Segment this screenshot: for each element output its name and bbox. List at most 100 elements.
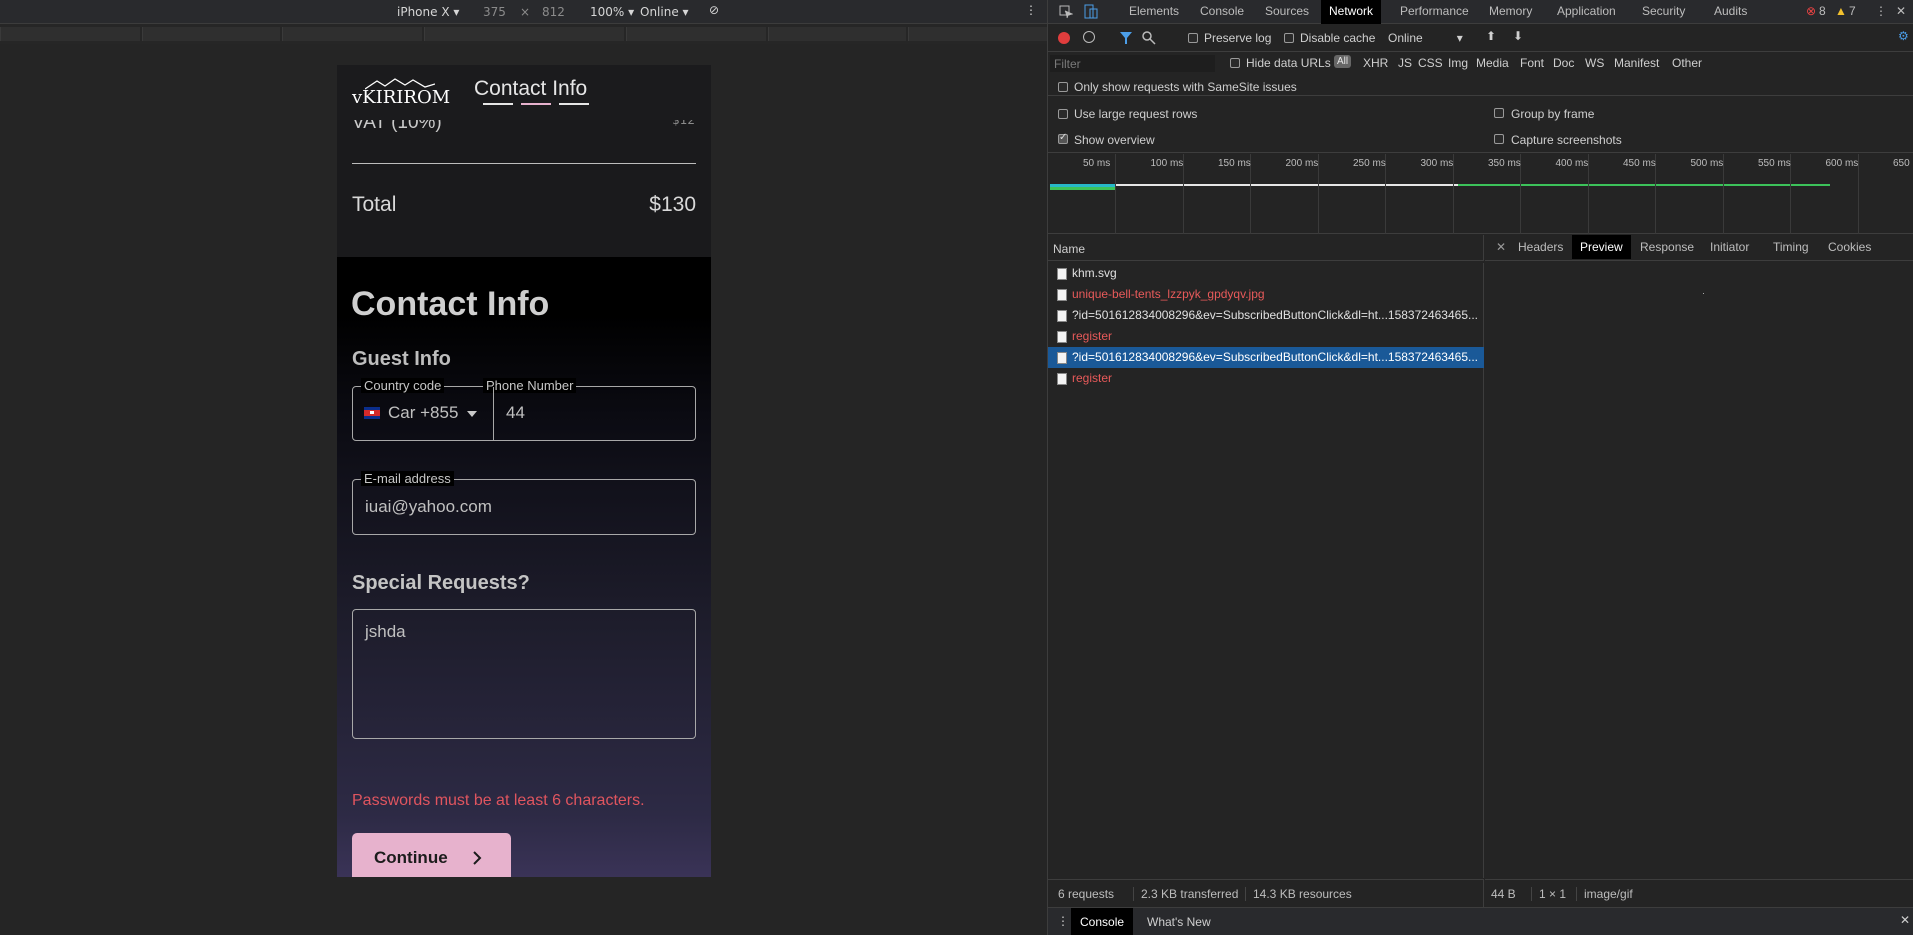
network-summary-bar: 6 requests 2.3 KB transferred 14.3 KB re… bbox=[1048, 879, 1484, 907]
show-overview-checkbox[interactable] bbox=[1058, 132, 1068, 144]
ruler-segment[interactable] bbox=[282, 27, 422, 41]
ruler-segment[interactable] bbox=[626, 27, 766, 41]
chevron-down-icon: ▾ bbox=[1456, 31, 1463, 45]
export-har-icon[interactable]: ⬇ bbox=[1513, 29, 1523, 43]
filter-type-ws[interactable]: WS bbox=[1585, 56, 1604, 70]
detail-tab-headers[interactable]: Headers bbox=[1518, 240, 1563, 254]
close-devtools-icon[interactable]: ✕ bbox=[1896, 4, 1906, 18]
summary-divider bbox=[352, 163, 696, 164]
detail-tab-preview[interactable]: Preview bbox=[1572, 235, 1631, 259]
throttling-select[interactable]: Online ▾ bbox=[1388, 31, 1463, 45]
device-height[interactable]: 812 bbox=[542, 5, 565, 19]
request-row[interactable]: ?id=501612834008296&ev=SubscribedButtonC… bbox=[1048, 347, 1484, 368]
email-field[interactable]: E-mail address iuai@yahoo.com bbox=[352, 471, 696, 535]
inspect-element-icon[interactable] bbox=[1059, 5, 1073, 19]
device-select[interactable]: iPhone X ▾ bbox=[397, 5, 459, 19]
drawer-tab-whats-new[interactable]: What's New bbox=[1147, 915, 1211, 929]
filter-type-js[interactable]: JS bbox=[1398, 56, 1412, 70]
samesite-checkbox[interactable] bbox=[1058, 82, 1068, 92]
warning-count-icon[interactable]: ▲ bbox=[1835, 4, 1847, 18]
close-drawer-icon[interactable]: ✕ bbox=[1900, 913, 1910, 927]
device-toolbar-toggle-icon[interactable] bbox=[1084, 4, 1098, 20]
large-rows-checkbox[interactable] bbox=[1058, 109, 1068, 119]
hide-data-urls-label: Hide data URLs bbox=[1246, 56, 1331, 70]
ruler-segment[interactable] bbox=[908, 27, 1047, 41]
continue-button[interactable]: Continue bbox=[352, 833, 511, 877]
request-row[interactable]: register bbox=[1048, 368, 1484, 389]
ruler-segment[interactable] bbox=[768, 27, 906, 41]
disable-cache-checkbox[interactable] bbox=[1284, 33, 1294, 43]
filter-input[interactable]: Filter bbox=[1050, 55, 1215, 72]
detail-tab-timing[interactable]: Timing bbox=[1773, 240, 1809, 254]
request-row[interactable]: unique-bell-tents_lzzpyk_gpdyqv.jpg bbox=[1048, 284, 1484, 305]
tab-security[interactable]: Security bbox=[1642, 4, 1685, 18]
filter-type-img[interactable]: Img bbox=[1448, 56, 1468, 70]
tab-console[interactable]: Console bbox=[1200, 4, 1244, 18]
all-filter-badge[interactable]: All bbox=[1334, 55, 1352, 68]
filter-type-media[interactable]: Media bbox=[1476, 56, 1509, 70]
filter-icon[interactable] bbox=[1120, 32, 1132, 44]
zoom-select[interactable]: 100% ▾ bbox=[590, 5, 634, 19]
special-requests-textarea[interactable]: jshda bbox=[352, 609, 696, 739]
request-row[interactable]: ?id=501612834008296&ev=SubscribedButtonC… bbox=[1048, 305, 1484, 326]
phone-number-input[interactable]: 44 bbox=[506, 403, 525, 423]
request-row[interactable]: register bbox=[1048, 326, 1484, 347]
tab-elements[interactable]: Elements bbox=[1129, 4, 1179, 18]
device-name: iPhone X bbox=[397, 5, 450, 19]
tab-application[interactable]: Application bbox=[1557, 4, 1616, 18]
tab-network[interactable]: Network bbox=[1321, 0, 1382, 24]
timeline-tick-label: 200 ms bbox=[1285, 158, 1319, 169]
filter-type-xhr[interactable]: XHR bbox=[1363, 56, 1388, 70]
name-column-header[interactable]: Name bbox=[1048, 235, 1484, 261]
error-message: Passwords must be at least 6 characters. bbox=[352, 792, 645, 809]
filter-type-doc[interactable]: Doc bbox=[1553, 56, 1574, 70]
filter-type-font[interactable]: Font bbox=[1520, 56, 1544, 70]
timeline-tick-label: 550 ms bbox=[1758, 158, 1791, 169]
request-row[interactable]: khm.svg bbox=[1048, 263, 1484, 284]
tab-memory[interactable]: Memory bbox=[1489, 4, 1532, 18]
hide-data-urls-checkbox[interactable] bbox=[1230, 58, 1240, 68]
more-options-icon[interactable]: ⋮ bbox=[1025, 3, 1037, 17]
tab-performance[interactable]: Performance bbox=[1400, 4, 1469, 18]
timeline-tick-label: 350 ms bbox=[1488, 158, 1521, 169]
request-name: khm.svg bbox=[1072, 266, 1117, 280]
tab-sources[interactable]: Sources bbox=[1265, 4, 1309, 18]
drawer-tab-console[interactable]: Console bbox=[1071, 908, 1134, 935]
filter-type-other[interactable]: Other bbox=[1672, 56, 1702, 70]
drawer-menu-icon[interactable]: ⋮ bbox=[1057, 914, 1069, 928]
network-settings-gear-icon[interactable]: ⚙ bbox=[1898, 29, 1909, 43]
step-indicator bbox=[483, 103, 513, 105]
record-icon[interactable] bbox=[1058, 32, 1070, 44]
error-count: 8 bbox=[1819, 4, 1826, 18]
request-list: khm.svg unique-bell-tents_lzzpyk_gpdyqv.j… bbox=[1048, 263, 1484, 878]
tab-audits[interactable]: Audits bbox=[1714, 4, 1747, 18]
detail-tab-cookies[interactable]: Cookies bbox=[1828, 240, 1871, 254]
request-name: register bbox=[1072, 371, 1113, 385]
site-header: vKIRIROM Contact Info bbox=[337, 65, 711, 120]
preserve-log-checkbox[interactable] bbox=[1188, 33, 1198, 43]
ruler-segment[interactable] bbox=[0, 27, 140, 41]
chevron-down-icon bbox=[467, 411, 477, 417]
ruler-segment[interactable] bbox=[424, 27, 624, 41]
search-icon[interactable] bbox=[1142, 31, 1156, 45]
devtools-menu-icon[interactable]: ⋮ bbox=[1875, 4, 1887, 18]
rotate-icon[interactable]: ⊘ bbox=[709, 3, 719, 17]
group-by-frame-checkbox[interactable] bbox=[1494, 108, 1504, 118]
import-har-icon[interactable]: ⬆ bbox=[1486, 29, 1496, 43]
country-code-select[interactable]: Car +855 bbox=[353, 387, 494, 440]
filter-type-manifest[interactable]: Manifest bbox=[1614, 56, 1659, 70]
site-logo[interactable]: vKIRIROM bbox=[352, 87, 450, 108]
close-detail-icon[interactable]: ✕ bbox=[1496, 240, 1506, 254]
clear-icon[interactable] bbox=[1083, 31, 1095, 43]
timeline-tick-label: 150 ms bbox=[1218, 158, 1251, 169]
detail-tab-initiator[interactable]: Initiator bbox=[1710, 240, 1749, 254]
group-by-frame-label: Group by frame bbox=[1511, 107, 1595, 121]
device-width[interactable]: 375 bbox=[483, 5, 506, 19]
error-count-icon[interactable]: ⊗ bbox=[1806, 4, 1816, 18]
throttle-select[interactable]: Online ▾ bbox=[640, 5, 689, 19]
detail-tab-response[interactable]: Response bbox=[1640, 240, 1694, 254]
capture-screenshots-checkbox[interactable] bbox=[1494, 134, 1504, 144]
file-icon bbox=[1057, 268, 1067, 280]
ruler-segment[interactable] bbox=[142, 27, 280, 41]
filter-type-css[interactable]: CSS bbox=[1418, 56, 1443, 70]
